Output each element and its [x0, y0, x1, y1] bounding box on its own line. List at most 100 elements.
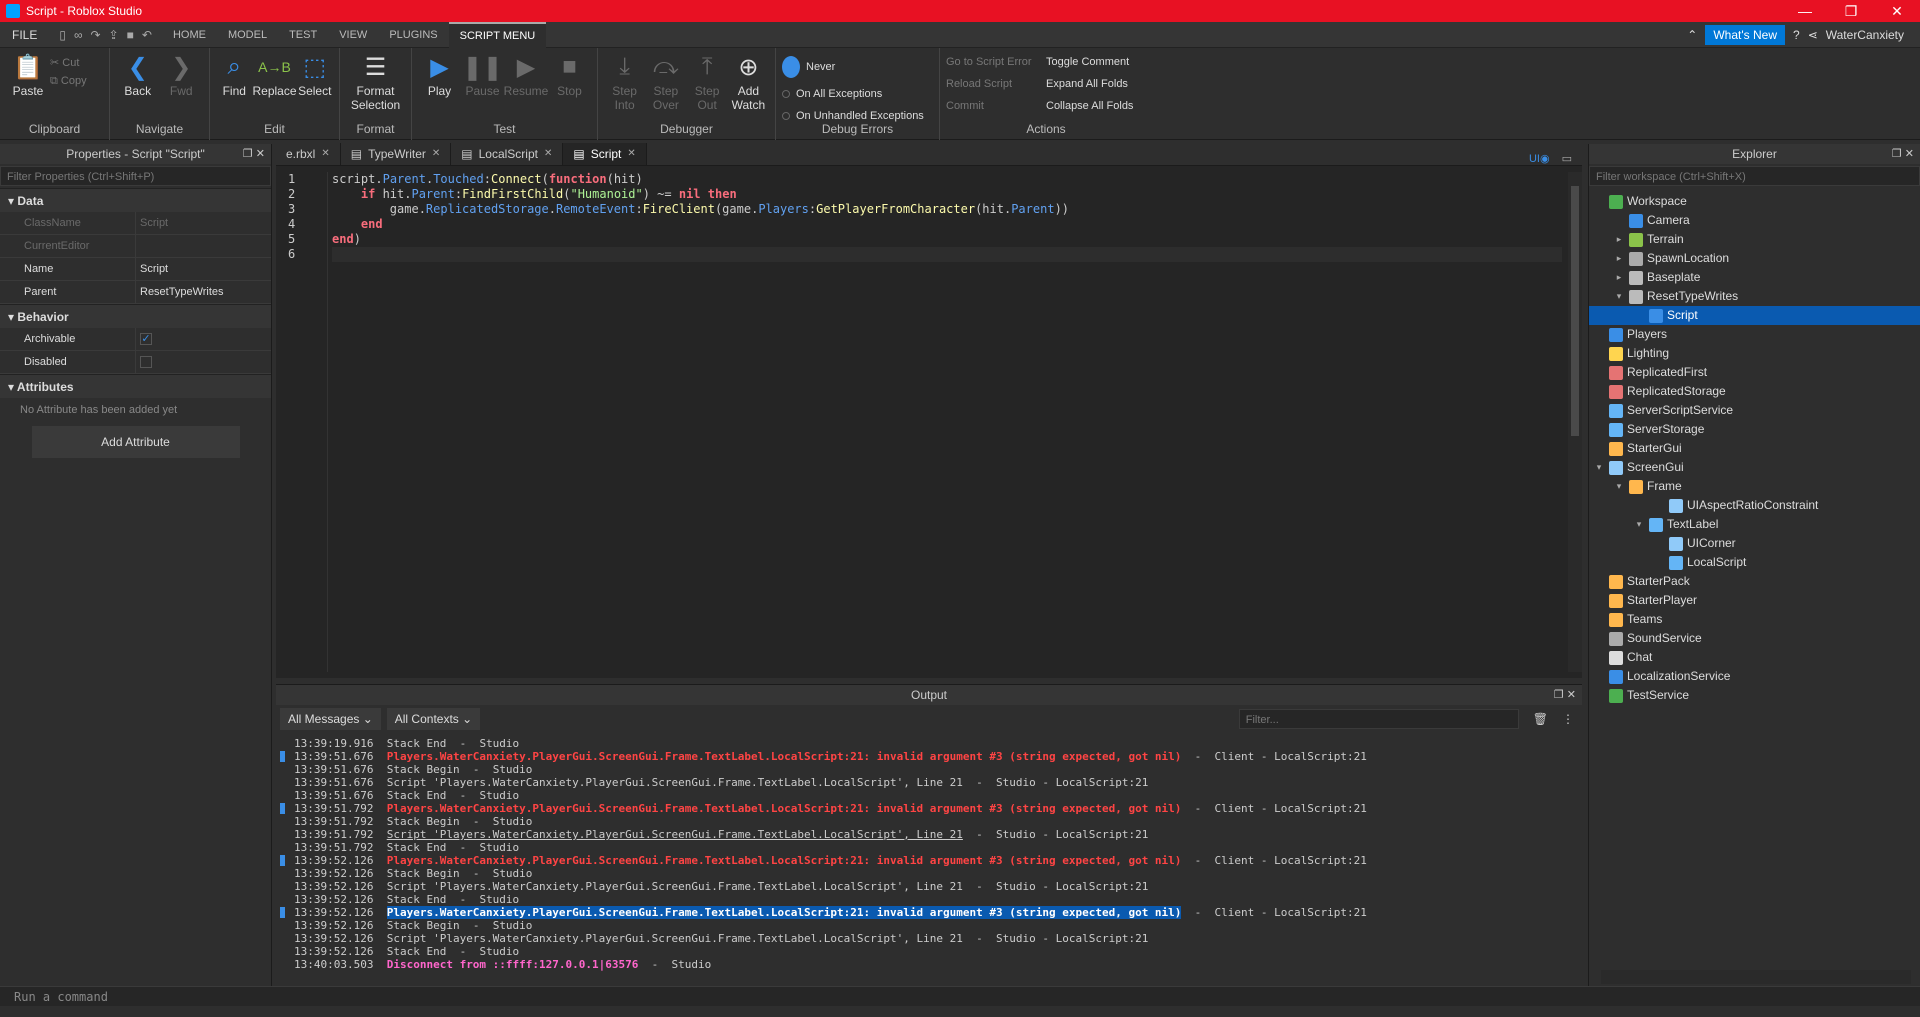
explorer-item-testservice[interactable]: TestService — [1589, 686, 1920, 705]
log-line[interactable]: 13:39:51.792 Script 'Players.WaterCanxie… — [276, 828, 1566, 841]
tab-typewriter[interactable]: ▤ TypeWriter ✕ — [341, 143, 452, 165]
editor-scrollbar[interactable] — [1568, 172, 1582, 672]
ui-visibility-icon[interactable]: UI◉ — [1529, 152, 1550, 165]
log-line[interactable]: 13:39:51.676 Players.WaterCanxiety.Playe… — [276, 750, 1566, 763]
close-icon[interactable]: ❐ ✕ — [1554, 685, 1576, 705]
explorer-item-spawnlocation[interactable]: ▸ SpawnLocation — [1589, 249, 1920, 268]
explorer-item-textlabel[interactable]: ▾ TextLabel — [1589, 515, 1920, 534]
file-menu[interactable]: FILE — [0, 28, 49, 42]
expand-chevron-icon[interactable]: ▸ — [1613, 230, 1625, 249]
reload-script-button[interactable]: Reload Script — [946, 78, 1046, 90]
step-over-button[interactable]: ⤼ Step Over — [645, 52, 686, 112]
section-behavior[interactable]: ▾ Behavior — [0, 304, 271, 328]
resume-button[interactable]: ▶ Resume — [504, 52, 549, 99]
share-icon[interactable]: ⋖ — [1808, 28, 1818, 42]
fwd-button[interactable]: ❯ Fwd — [160, 52, 204, 99]
prop-row-name[interactable]: Name Script — [0, 258, 271, 281]
restore-icon[interactable]: ❐ — [1828, 3, 1874, 20]
explorer-item-resettypewrites[interactable]: ▾ ResetTypeWrites — [1589, 287, 1920, 306]
tab-script-menu[interactable]: SCRIPT MENU — [448, 21, 547, 48]
expand-chevron-icon[interactable]: ▾ — [1613, 477, 1625, 496]
explorer-item-replicatedfirst[interactable]: ReplicatedFirst — [1589, 363, 1920, 382]
username[interactable]: WaterCanxiety — [1826, 28, 1904, 42]
pause-button[interactable]: ❚❚ Pause — [461, 52, 504, 99]
filter-properties-input[interactable]: Filter Properties (Ctrl+Shift+P) — [0, 166, 271, 186]
archivable-checkbox[interactable]: ✓ — [140, 333, 152, 345]
explorer-item-soundservice[interactable]: SoundService — [1589, 629, 1920, 648]
log-line[interactable]: 13:39:52.126 Players.WaterCanxiety.Playe… — [276, 906, 1566, 919]
trash-icon[interactable]: 🗑 — [1525, 712, 1556, 726]
replace-button[interactable]: A→B Replace — [252, 52, 296, 98]
close-tab-icon[interactable]: ✕ — [627, 143, 635, 165]
log-line[interactable]: 13:39:51.792 Stack End - Studio — [276, 841, 1566, 854]
tab-view[interactable]: VIEW — [328, 22, 378, 48]
paste-button[interactable]: 📋 Paste — [6, 52, 50, 99]
prop-row-classname[interactable]: ClassName Script — [0, 212, 271, 235]
output-filter-input[interactable]: Filter... — [1238, 709, 1519, 729]
expand-all-folds-button[interactable]: Expand All Folds — [1046, 78, 1133, 90]
all-contexts-dropdown[interactable]: All Contexts ⌄ — [386, 708, 481, 730]
close-tab-icon[interactable]: ✕ — [544, 143, 552, 165]
toggle-comment-button[interactable]: Toggle Comment — [1046, 56, 1133, 68]
add-attribute-button[interactable]: Add Attribute — [31, 426, 240, 458]
log-line[interactable]: 13:39:52.126 Stack End - Studio — [276, 945, 1566, 958]
prop-row-parent[interactable]: Parent ResetTypeWrites — [0, 281, 271, 304]
log-message[interactable]: Script 'Players.WaterCanxiety.PlayerGui.… — [387, 828, 963, 841]
log-line[interactable]: 13:39:52.126 Stack Begin - Studio — [276, 919, 1566, 932]
log-line[interactable]: 13:39:52.126 Script 'Players.WaterCanxie… — [276, 932, 1566, 945]
expand-chevron-icon[interactable]: ▸ — [1613, 249, 1625, 268]
expand-chevron-icon[interactable]: ▾ — [1613, 287, 1625, 306]
explorer-item-localscript[interactable]: LocalScript — [1589, 553, 1920, 572]
help-icon[interactable]: ? — [1793, 28, 1800, 42]
close-icon[interactable]: ✕ — [1874, 3, 1920, 20]
tab-e-rbxl[interactable]: e.rbxl ✕ — [276, 143, 341, 165]
copy-button[interactable]: ⧉ Copy — [50, 75, 87, 88]
tab-home[interactable]: HOME — [162, 22, 217, 48]
publish-icon[interactable]: ⇪ — [109, 28, 119, 42]
tab-test[interactable]: TEST — [278, 22, 328, 48]
close-icon[interactable]: ❐ ✕ — [243, 144, 265, 164]
log-line[interactable]: 13:39:52.126 Stack End - Studio — [276, 893, 1566, 906]
explorer-item-serverstorage[interactable]: ServerStorage — [1589, 420, 1920, 439]
explorer-item-players[interactable]: Players — [1589, 325, 1920, 344]
explorer-item-terrain[interactable]: ▸ Terrain — [1589, 230, 1920, 249]
explorer-item-baseplate[interactable]: ▸ Baseplate — [1589, 268, 1920, 287]
explorer-item-startergui[interactable]: StarterGui — [1589, 439, 1920, 458]
explorer-item-screengui[interactable]: ▾ ScreenGui — [1589, 458, 1920, 477]
log-line[interactable]: 13:39:19.916 Stack End - Studio — [276, 737, 1566, 750]
output-log[interactable]: 13:39:19.916 Stack End - Studio 13:39:51.… — [276, 737, 1566, 971]
explorer-item-replicatedstorage[interactable]: ReplicatedStorage — [1589, 382, 1920, 401]
select-button[interactable]: ⬚ Select — [297, 52, 334, 99]
prop-row-disabled[interactable]: Disabled — [0, 351, 271, 374]
filter-workspace-input[interactable]: Filter workspace (Ctrl+Shift+X) — [1589, 166, 1920, 186]
all-exceptions-radio[interactable]: On All Exceptions — [782, 88, 924, 100]
section-attributes[interactable]: ▾ Attributes — [0, 374, 271, 398]
explorer-item-localizationservice[interactable]: LocalizationService — [1589, 667, 1920, 686]
explorer-item-lighting[interactable]: Lighting — [1589, 344, 1920, 363]
explorer-item-uicorner[interactable]: UICorner — [1589, 534, 1920, 553]
whats-new-button[interactable]: What's New — [1705, 24, 1785, 45]
stop-button[interactable]: ■ Stop — [548, 52, 591, 98]
section-data[interactable]: ▾ Data — [0, 188, 271, 212]
log-line[interactable]: 13:39:52.126 Script 'Players.WaterCanxie… — [276, 880, 1566, 893]
expand-chevron-icon[interactable]: ▾ — [1633, 515, 1645, 534]
tab-script[interactable]: ▤ Script ✕ — [563, 143, 647, 165]
never-radio[interactable]: Never — [782, 56, 924, 78]
command-bar[interactable]: Run a command — [0, 986, 1920, 1006]
unhandled-exceptions-radio[interactable]: On Unhandled Exceptions — [782, 110, 924, 122]
undo-icon[interactable]: ↶ — [142, 28, 152, 42]
log-line[interactable]: 13:39:51.676 Script 'Players.WaterCanxie… — [276, 776, 1566, 789]
explorer-item-starterplayer[interactable]: StarterPlayer — [1589, 591, 1920, 610]
play-button[interactable]: ▶ Play — [418, 52, 461, 99]
new-file-icon[interactable]: ▯ — [59, 28, 66, 42]
log-line[interactable]: 13:39:51.676 Stack Begin - Studio — [276, 763, 1566, 776]
tab-model[interactable]: MODEL — [217, 22, 278, 48]
commit-button[interactable]: Commit — [946, 100, 1046, 112]
more-options-icon[interactable]: ⋮ — [1562, 712, 1582, 726]
close-icon[interactable]: ❐ ✕ — [1892, 144, 1914, 164]
collapse-all-folds-button[interactable]: Collapse All Folds — [1046, 100, 1133, 112]
scroll-thumb[interactable] — [1571, 186, 1579, 436]
log-line[interactable]: 13:40:03.503 Disconnect from ::ffff:127.… — [276, 958, 1566, 971]
close-tab-icon[interactable]: ✕ — [432, 143, 440, 165]
prop-row-archivable[interactable]: Archivable ✓ — [0, 328, 271, 351]
